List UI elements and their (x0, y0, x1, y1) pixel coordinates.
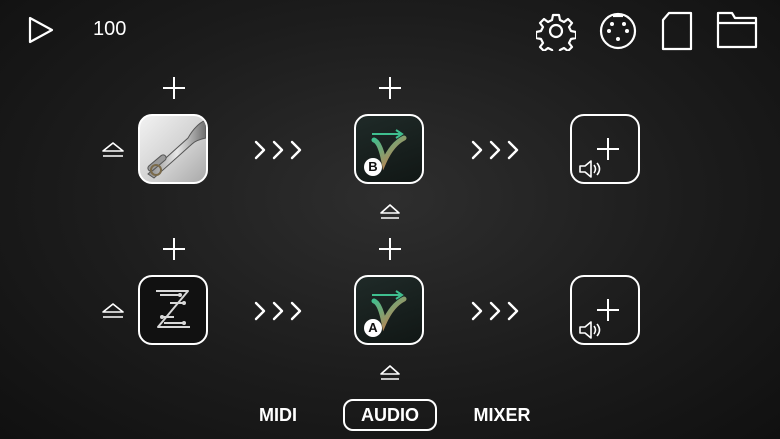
add-audio-output-slot[interactable] (570, 114, 640, 184)
z-circuit-logo-icon (156, 290, 190, 328)
effect-badge: A (364, 319, 382, 337)
eject-icon[interactable] (379, 365, 401, 381)
chain-arrows-icon (253, 138, 309, 162)
add-output-plus-icon (579, 299, 619, 339)
tab-mixer[interactable]: MIXER (466, 399, 538, 431)
chain-arrows-icon (470, 138, 526, 162)
tab-audio[interactable]: AUDIO (343, 399, 437, 431)
midi-connector-icon[interactable] (598, 11, 638, 51)
add-output-plus-icon (579, 138, 619, 178)
tab-midi[interactable]: MIDI (246, 399, 310, 431)
add-effect-plus-icon[interactable] (378, 76, 402, 100)
effect-badge: B (364, 158, 382, 176)
add-instrument-plus-icon[interactable] (162, 76, 186, 100)
gear-icon[interactable] (536, 11, 576, 51)
eject-icon[interactable] (101, 303, 125, 319)
chain-arrows-icon (253, 299, 309, 323)
play-icon[interactable] (26, 15, 56, 45)
effect-slot-b[interactable]: B (354, 114, 424, 184)
folder-icon[interactable] (716, 11, 758, 49)
effect-slot-a[interactable]: A (354, 275, 424, 345)
add-instrument-plus-icon[interactable] (162, 237, 186, 261)
tempo-value[interactable]: 100 (93, 18, 126, 41)
add-effect-plus-icon[interactable] (378, 237, 402, 261)
eject-icon[interactable] (101, 142, 125, 158)
chain-arrows-icon (470, 299, 526, 323)
add-audio-output-slot[interactable] (570, 275, 640, 345)
instrument-slot-trumpet[interactable] (138, 114, 208, 184)
trumpet-icon (147, 119, 206, 179)
instrument-slot-z[interactable] (138, 275, 208, 345)
document-icon[interactable] (660, 11, 694, 51)
eject-icon[interactable] (379, 204, 401, 220)
